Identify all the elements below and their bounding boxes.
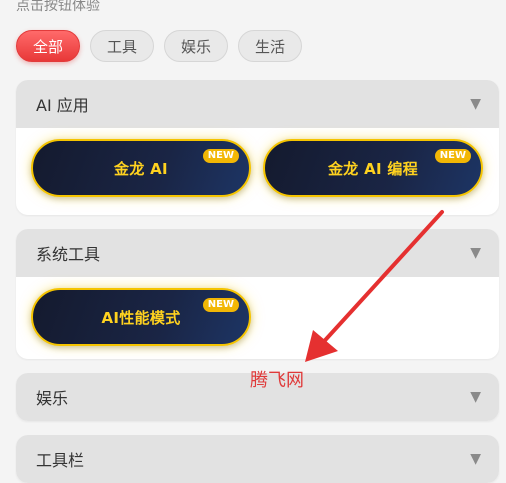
caret-down-icon[interactable]: ▼ xyxy=(470,451,481,467)
app-button-label: 金龙 AI 编程 xyxy=(327,159,419,178)
app-button-label: 金龙 AI xyxy=(114,159,168,178)
hint-text: 点击按钮体验 xyxy=(16,0,100,14)
section-title: AI 应用 xyxy=(36,96,89,115)
section-ai-apps: AI 应用 ▼ 金龙 AI NEW 金龙 AI 编程 NEW xyxy=(16,80,499,215)
caret-down-icon[interactable]: ▼ xyxy=(470,245,481,261)
filter-chip-tools[interactable]: 工具 xyxy=(90,30,155,62)
filter-chip-entertainment[interactable]: 娱乐 xyxy=(164,30,229,62)
section-header-toolbar[interactable]: 工具栏 ▼ xyxy=(16,435,499,483)
filter-chip-life[interactable]: 生活 xyxy=(238,30,303,62)
section-header-system-tools[interactable]: 系统工具 ▼ xyxy=(16,229,499,277)
app-button-ai-performance-mode[interactable]: AI性能模式 NEW xyxy=(31,288,251,346)
new-badge: NEW xyxy=(202,149,239,163)
filter-chip-all[interactable]: 全部 xyxy=(16,30,81,62)
app-button-label: AI性能模式 xyxy=(101,308,181,327)
caret-down-icon[interactable]: ▼ xyxy=(470,96,481,112)
watermark-text: 腾飞网 xyxy=(250,370,304,391)
new-badge: NEW xyxy=(434,149,471,163)
section-title: 娱乐 xyxy=(36,389,69,408)
section-title: 工具栏 xyxy=(36,451,85,470)
app-button-jinlong-ai[interactable]: 金龙 AI NEW xyxy=(31,139,251,197)
section-header-ai-apps[interactable]: AI 应用 ▼ xyxy=(16,80,499,128)
section-toolbar: 工具栏 ▼ xyxy=(16,435,499,483)
section-system-tools: 系统工具 ▼ AI性能模式 NEW xyxy=(16,229,499,359)
section-title: 系统工具 xyxy=(36,245,101,264)
caret-down-icon[interactable]: ▼ xyxy=(470,389,481,405)
filter-chips: 全部 工具 娱乐 生活 xyxy=(16,30,303,62)
new-badge: NEW xyxy=(202,298,239,312)
app-button-jinlong-ai-coding[interactable]: 金龙 AI 编程 NEW xyxy=(263,139,483,197)
